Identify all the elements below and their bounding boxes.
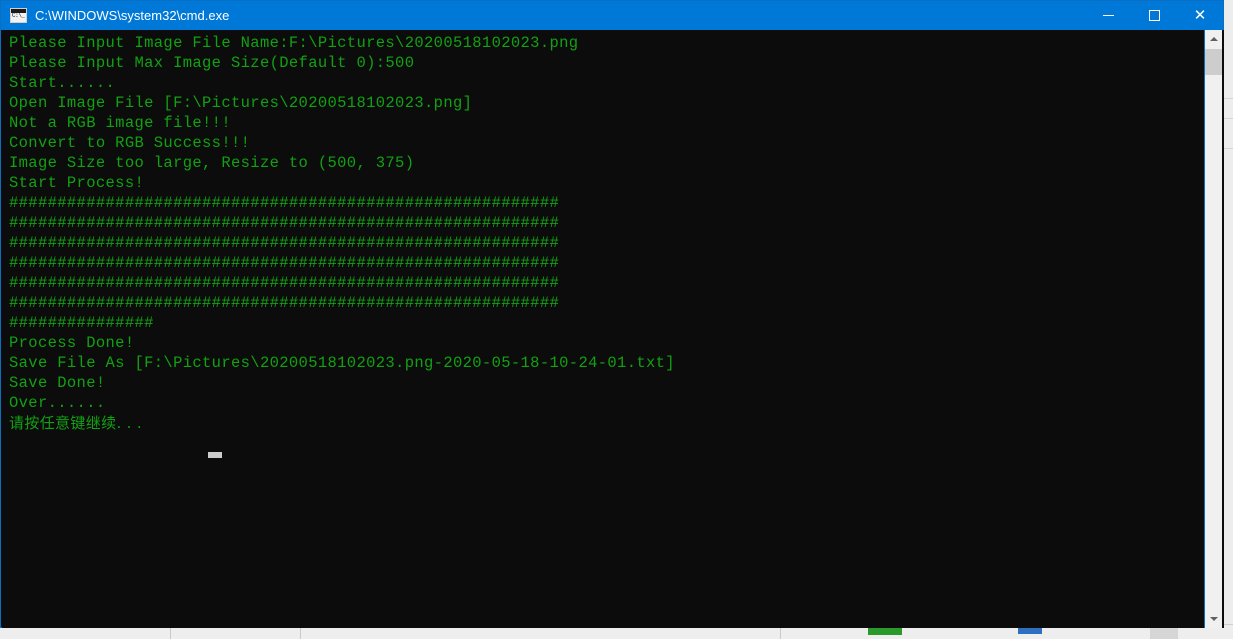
- console-line: Image Size too large, Resize to (500, 37…: [9, 154, 415, 172]
- window-title: C:\WINDOWS\system32\cmd.exe: [35, 8, 230, 23]
- console-line: 请按任意键继续. . .: [9, 414, 143, 432]
- scroll-down-arrow-icon: [1209, 617, 1218, 621]
- console-line: Process Done!: [9, 334, 135, 352]
- console-line: ########################################…: [9, 214, 560, 232]
- scroll-up-arrow-icon: [1209, 37, 1218, 41]
- scroll-up-button[interactable]: [1205, 30, 1222, 48]
- console-line: Please Input Image File Name:F:\Pictures…: [9, 34, 579, 52]
- window-titlebar[interactable]: C:\WINDOWS\system32\cmd.exe ✕: [1, 1, 1223, 30]
- console-line: Start......: [9, 74, 116, 92]
- maximize-icon: [1148, 10, 1160, 21]
- window-controls: ✕: [1085, 1, 1223, 30]
- console-line: Save Done!: [9, 374, 106, 392]
- console-line: Open Image File [F:\Pictures\20200518102…: [9, 94, 473, 112]
- cmd-window: C:\WINDOWS\system32\cmd.exe ✕ Please Inp…: [0, 0, 1224, 628]
- console-line: ########################################…: [9, 194, 560, 212]
- console-line: ########################################…: [9, 274, 560, 292]
- screen: C N C I S re E \i \ D e C:\WINDOWS\syste…: [0, 0, 1233, 639]
- console-line: Save File As [F:\Pictures\20200518102023…: [9, 354, 675, 372]
- console-line: ########################################…: [9, 234, 560, 252]
- minimize-button[interactable]: [1085, 1, 1131, 30]
- console-line: Not a RGB image file!!!: [9, 114, 231, 132]
- console-text: Please Input Image File Name:F:\Pictures…: [9, 33, 1199, 433]
- close-icon: ✕: [1193, 7, 1207, 24]
- close-button[interactable]: ✕: [1177, 1, 1223, 30]
- console-line: Please Input Max Image Size(Default 0):5…: [9, 54, 415, 72]
- scrollbar-thumb[interactable]: [1205, 49, 1222, 75]
- console-line: Convert to RGB Success!!!: [9, 134, 251, 152]
- console-cursor: [208, 452, 222, 458]
- console-line: ########################################…: [9, 254, 560, 272]
- maximize-button[interactable]: [1131, 1, 1177, 30]
- console-line: Over......: [9, 394, 106, 412]
- console-line: ########################################…: [9, 294, 560, 312]
- console-line: Start Process!: [9, 174, 145, 192]
- console-line: ###############: [9, 314, 154, 332]
- console-output-area[interactable]: Please Input Image File Name:F:\Pictures…: [2, 30, 1224, 628]
- console-scrollbar[interactable]: [1204, 30, 1222, 628]
- scroll-down-button[interactable]: [1205, 610, 1222, 628]
- cmd-console-icon: [10, 8, 27, 23]
- taskbar-item-blue[interactable]: [1018, 628, 1042, 634]
- minimize-icon: [1102, 15, 1114, 16]
